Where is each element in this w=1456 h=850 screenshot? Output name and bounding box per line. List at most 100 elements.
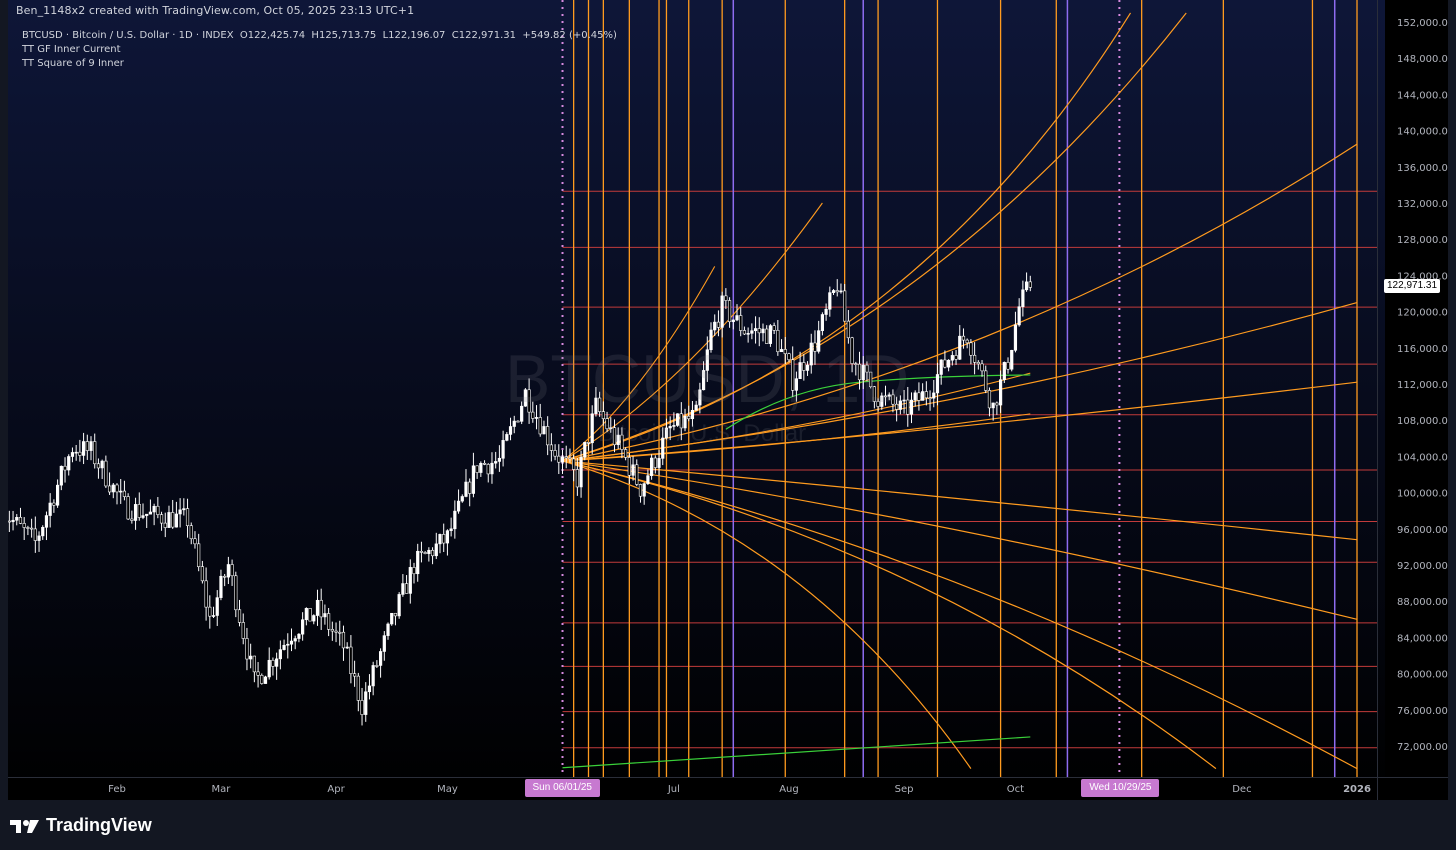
time-tick-label: Dec [1232,784,1251,795]
candle-body [631,464,635,476]
candle-body [416,550,420,575]
candle-body [921,391,925,401]
candle-body [26,527,30,529]
candle-body [987,390,992,409]
time-tick-label: Sep [895,784,914,795]
candle-body [197,543,201,567]
candle-body [572,458,576,470]
indicator-gf-inner[interactable]: TT GF Inner Current [22,43,617,57]
candle-body [297,633,301,639]
price-tick-label: 140,000.00 [1397,127,1448,138]
candle-body [286,643,290,646]
candle-body [37,535,41,541]
price-tick-label: 88,000.00 [1397,597,1448,608]
time-tick-label: Aug [779,784,799,795]
candle-body [961,335,966,341]
candle-body [482,462,487,465]
candle-body [538,417,542,435]
price-tick-label: 100,000.00 [1397,489,1448,500]
indicator-square-of-9[interactable]: TT Square of 9 Inner [22,57,617,71]
symbol-line[interactable]: BTCUSD · Bitcoin / U.S. Dollar · 1D · IN… [22,30,234,41]
candle-body [148,511,153,515]
candle-body [1010,349,1014,370]
candle-body [1028,281,1032,288]
candle-body [81,441,86,456]
candle-body [178,509,182,515]
candle-body [839,290,843,293]
candle-body [364,691,368,715]
open-value: 122,425.74 [247,30,306,41]
candle-body [338,631,342,634]
price-tick-label: 116,000.00 [1397,344,1448,355]
candle-body [159,514,164,524]
candle-body [932,392,936,399]
candle-body [720,295,724,328]
candle-body [761,328,765,334]
candle-body [943,359,947,368]
candle-body [724,295,728,301]
candle-body [204,580,208,608]
price-tick-label: 112,000.00 [1397,380,1448,391]
tradingview-logo[interactable]: TradingView [10,815,152,836]
candle-body [650,457,654,476]
candle-body [508,426,513,435]
candle-body [958,335,962,360]
candle-body [163,522,167,528]
candle-body [330,629,334,632]
candle-body [59,465,63,486]
candle-body [490,462,494,475]
candle-body [185,508,190,526]
candle-body [995,402,999,406]
candle-body [30,527,34,530]
candle-body [312,615,316,622]
price-tick-label: 104,000.00 [1397,452,1448,463]
candle-body [371,665,375,687]
candle-body [642,483,646,497]
open-label: O [239,30,248,41]
candle-body [408,567,412,594]
candle-body [828,292,832,310]
candle-body [67,456,71,471]
candle-body [267,659,271,678]
candle-body [772,325,776,331]
candle-body [89,441,93,451]
candle-body [1006,362,1010,370]
date-marker-tag: Wed 10/29/25 [1081,779,1160,797]
candle-body [973,354,977,363]
candle-body [965,339,969,344]
candle-body [378,651,383,666]
candle-body [289,640,294,645]
candle-body [349,646,353,674]
candle-body [8,520,11,523]
candle-body [512,420,516,427]
candle-body [393,612,398,617]
candle-body [494,461,498,464]
candle-body [969,342,973,356]
candle-body [137,504,141,518]
candle-body [122,490,127,497]
candle-body [627,457,631,476]
candle-body [739,315,743,331]
candle-body [449,528,453,531]
price-tick-label: 148,000.00 [1397,54,1448,65]
candle-body [48,502,52,516]
candle-body [980,363,984,372]
candle-body [211,615,216,617]
candle-body [18,517,23,524]
chart-frame[interactable]: 72,000.00 76,000.00 80,000.00 84,000.00 88,0… [8,0,1448,800]
candle-body [453,510,457,530]
candle-body [156,505,160,515]
candle-body [549,444,553,451]
candle-body [263,676,268,684]
candle-body [360,700,364,715]
candle-body [293,638,297,642]
candle-body [33,528,37,541]
candle-body [430,549,435,557]
candle-body [635,464,639,485]
candle-body [189,525,193,540]
time-tick-label: 2026 [1343,784,1371,795]
candle-body [438,534,442,545]
candle-body [126,496,130,520]
candle-body [353,673,357,677]
candle-body [226,564,230,578]
